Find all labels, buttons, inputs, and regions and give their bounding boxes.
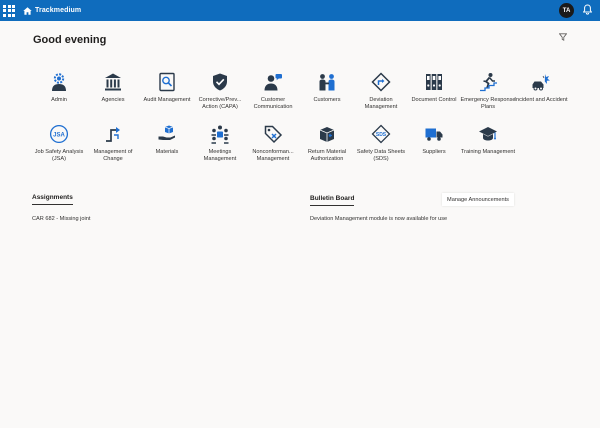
binders-icon: [426, 74, 442, 90]
diamond-arrow-icon: [371, 72, 391, 92]
module-label: Suppliers: [422, 149, 446, 155]
svg-text:JSA: JSA: [53, 132, 65, 138]
home-link[interactable]: Trackmedium: [23, 0, 81, 21]
module-label: Admin: [51, 97, 67, 103]
shield-check-icon: [213, 73, 227, 91]
audit-magnifier-icon: [159, 72, 175, 92]
module-tile-emergency-response-plans[interactable]: Emergency Response Plans: [458, 72, 518, 112]
module-label: Customer Communication: [253, 97, 293, 111]
user-avatar[interactable]: TA: [559, 3, 574, 18]
module-label: Corrective/Prev... Action (CAPA): [198, 97, 242, 111]
module-label: Return Material Authorization: [307, 149, 347, 163]
emergency-exit-icon: [480, 73, 497, 92]
home-icon: [23, 6, 32, 15]
app-name: Trackmedium: [35, 7, 82, 14]
car-crash-icon: [532, 74, 550, 91]
module-label: Nonconforman... Management: [252, 149, 294, 163]
module-label: Safety Data Sheets (SDS): [356, 149, 406, 163]
module-tile-management-of-change[interactable]: Management of Change: [83, 124, 143, 164]
module-tile-admin[interactable]: Admin: [29, 72, 89, 104]
module-label: Materials: [155, 149, 179, 155]
jsa-badge-icon: JSA: [49, 124, 69, 144]
bulletin-item: Deviation Management module is now avail…: [310, 216, 448, 222]
module-label: Training Management: [460, 149, 516, 155]
meeting-people-icon: [211, 125, 229, 144]
graduation-cap-icon: [479, 127, 497, 141]
hand-box-icon: [158, 125, 175, 140]
module-label: Deviation Management: [364, 97, 398, 111]
module-label: Management of Change: [93, 149, 133, 163]
module-tile-incident-and-accident[interactable]: Incident and Accident: [511, 72, 571, 104]
sds-badge-icon: SDS: [371, 124, 391, 144]
change-arrows-icon: [106, 127, 120, 142]
admin-gear-person-icon: [52, 73, 66, 91]
module-label: Audit Management: [143, 97, 191, 103]
box-return-icon: [319, 127, 335, 142]
module-tile-nonconformance-management[interactable]: Nonconforman... Management: [243, 124, 303, 164]
module-label: Emergency Response Plans: [460, 97, 516, 111]
module-tile-customers[interactable]: Customers: [297, 72, 357, 104]
module-label: Job Safety Analysis (JSA): [34, 149, 84, 163]
bell-icon[interactable]: [583, 4, 592, 15]
person-chat-icon: [264, 74, 282, 91]
app-launcher-icon[interactable]: [3, 4, 15, 17]
module-tile-deviation-management[interactable]: Deviation Management: [351, 72, 411, 112]
bulletin-board-title: Bulletin Board: [310, 195, 355, 206]
module-tile-customer-communication[interactable]: Customer Communication: [243, 72, 303, 112]
filter-icon[interactable]: [559, 33, 567, 41]
module-tile-jsa[interactable]: JSA Job Safety Analysis (JSA): [29, 124, 89, 164]
module-label: Incident and Accident: [514, 97, 568, 103]
assignments-title: Assignments: [32, 194, 73, 205]
module-tile-return-material-authorization[interactable]: Return Material Authorization: [297, 124, 357, 164]
delivery-truck-icon: [425, 128, 443, 141]
top-bar: Trackmedium TA: [0, 0, 600, 21]
module-tile-materials[interactable]: Materials: [137, 124, 197, 156]
module-tile-audit-management[interactable]: Audit Management: [137, 72, 197, 104]
manage-announcements-button[interactable]: Manage Announcements: [442, 193, 514, 206]
people-handshake-icon: [319, 74, 335, 91]
module-tile-safety-data-sheets[interactable]: SDS Safety Data Sheets (SDS): [351, 124, 411, 164]
module-tile-agencies[interactable]: Agencies: [83, 72, 143, 104]
module-label: Agencies: [101, 97, 125, 103]
module-tile-meetings-management[interactable]: Meetings Management: [190, 124, 250, 164]
module-label: Document Control: [411, 97, 457, 103]
bank-building-icon: [105, 73, 121, 91]
module-tile-training-management[interactable]: Training Management: [458, 124, 518, 156]
module-tile-document-control[interactable]: Document Control: [404, 72, 464, 104]
module-tile-suppliers[interactable]: Suppliers: [404, 124, 464, 156]
greeting: Good evening: [33, 34, 107, 46]
svg-text:SDS: SDS: [376, 132, 387, 138]
tag-cross-icon: [264, 125, 283, 144]
module-label: Customers: [313, 97, 341, 103]
module-label: Meetings Management: [203, 149, 237, 163]
module-tile-capa[interactable]: Corrective/Prev... Action (CAPA): [190, 72, 250, 112]
assignment-item[interactable]: CAR 682 - Missing joint: [32, 216, 90, 222]
